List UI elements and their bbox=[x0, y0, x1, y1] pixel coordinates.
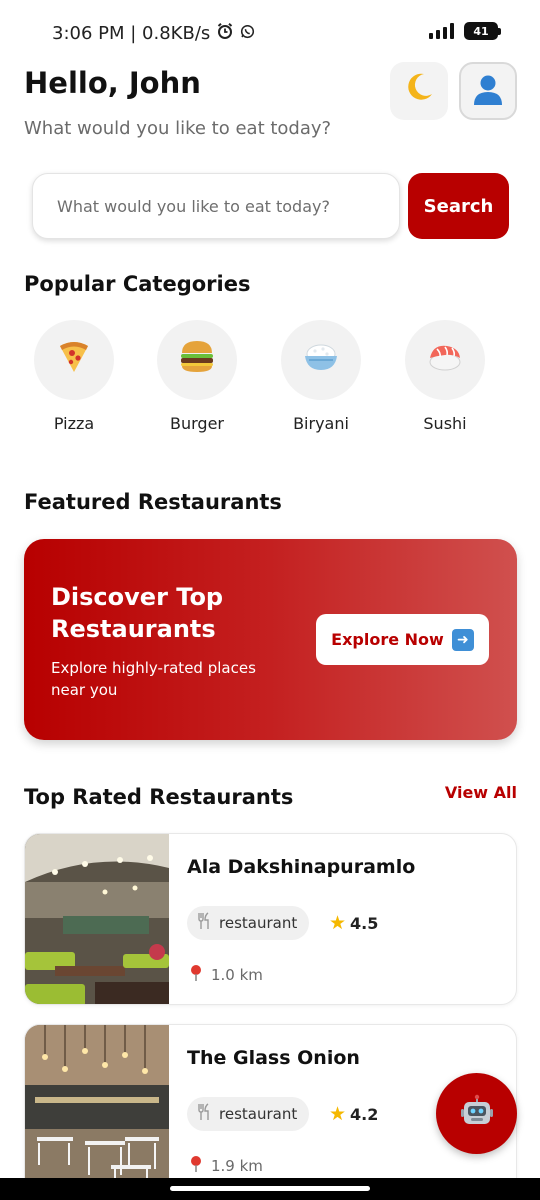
banner-title: Discover Top Restaurants bbox=[51, 583, 224, 643]
category-label: Pizza bbox=[53, 414, 95, 433]
greeting-subtitle: What would you like to eat today? bbox=[24, 118, 332, 139]
category-sushi-circle bbox=[405, 320, 485, 400]
battery-icon: 41 bbox=[464, 22, 501, 40]
profile-button[interactable] bbox=[459, 62, 517, 120]
category-label: Sushi bbox=[423, 414, 467, 433]
explore-now-button[interactable]: Explore Now ➜ bbox=[316, 614, 489, 665]
restaurant-distance: 1.9 km bbox=[189, 1155, 263, 1177]
status-time-speed: 3:06 PM | 0.8KB/s bbox=[52, 23, 211, 44]
system-navigation-bar bbox=[0, 1178, 540, 1200]
sushi-icon bbox=[425, 336, 465, 385]
restaurant-rating: ★ 4.2 bbox=[329, 1103, 378, 1125]
restaurant-type: restaurant bbox=[219, 914, 298, 932]
robot-icon bbox=[459, 1094, 495, 1134]
banner-subtitle: Explore highly-rated places near you bbox=[51, 659, 256, 699]
restaurant-type-badge: restaurant bbox=[187, 906, 310, 940]
rating-value: 4.2 bbox=[350, 1104, 379, 1124]
user-icon bbox=[471, 72, 505, 110]
theme-toggle-button[interactable] bbox=[390, 62, 448, 120]
home-gesture-handle[interactable] bbox=[170, 1186, 370, 1191]
burger-icon bbox=[177, 336, 217, 385]
star-icon: ★ bbox=[329, 912, 347, 934]
fork-knife-icon bbox=[197, 912, 211, 934]
category-pizza-circle bbox=[34, 320, 114, 400]
restaurant-card[interactable]: Ala Dakshinapuramlo restaurant ★ 4.5 1.0… bbox=[24, 833, 517, 1005]
category-biryani[interactable]: Biryani bbox=[281, 320, 361, 433]
arrow-right-icon: ➜ bbox=[451, 628, 474, 651]
restaurant-type: restaurant bbox=[219, 1105, 298, 1123]
status-left: 3:06 PM | 0.8KB/s bbox=[52, 22, 255, 45]
category-sushi[interactable]: Sushi bbox=[405, 320, 485, 433]
rating-value: 4.5 bbox=[350, 913, 379, 933]
explore-now-label: Explore Now bbox=[331, 630, 444, 649]
pizza-icon bbox=[54, 336, 94, 385]
star-icon: ★ bbox=[329, 1103, 347, 1125]
location-pin-icon bbox=[189, 1155, 203, 1177]
featured-restaurants-title: Featured Restaurants bbox=[24, 490, 282, 514]
assistant-fab-button[interactable] bbox=[436, 1073, 517, 1154]
popular-categories-title: Popular Categories bbox=[24, 272, 251, 296]
fork-knife-icon bbox=[197, 1103, 211, 1125]
restaurant-photo bbox=[25, 1025, 169, 1195]
category-burger-circle bbox=[157, 320, 237, 400]
view-all-link[interactable]: View All bbox=[445, 783, 517, 802]
status-bar: 3:06 PM | 0.8KB/s 41 bbox=[0, 0, 540, 62]
alarm-clock-icon bbox=[216, 22, 234, 45]
category-label: Biryani bbox=[293, 414, 349, 433]
featured-banner: Discover Top Restaurants Explore highly-… bbox=[24, 539, 517, 740]
rice-bowl-icon bbox=[301, 336, 341, 385]
battery-level: 41 bbox=[473, 24, 489, 38]
whatsapp-icon bbox=[240, 23, 255, 44]
top-rated-title: Top Rated Restaurants bbox=[24, 785, 294, 809]
distance-value: 1.0 km bbox=[211, 966, 263, 984]
signal-icon bbox=[429, 23, 454, 39]
restaurant-type-badge: restaurant bbox=[187, 1097, 310, 1131]
restaurant-name: The Glass Onion bbox=[187, 1047, 360, 1069]
moon-icon bbox=[402, 70, 436, 112]
category-burger[interactable]: Burger bbox=[157, 320, 237, 433]
restaurant-photo bbox=[25, 834, 169, 1004]
distance-value: 1.9 km bbox=[211, 1157, 263, 1175]
status-right: 41 bbox=[429, 22, 501, 40]
search-box bbox=[32, 173, 400, 239]
category-label: Burger bbox=[170, 414, 224, 433]
category-pizza[interactable]: Pizza bbox=[34, 320, 114, 433]
restaurant-rating: ★ 4.5 bbox=[329, 912, 378, 934]
search-button[interactable]: Search bbox=[408, 173, 509, 239]
location-pin-icon bbox=[189, 964, 203, 986]
category-biryani-circle bbox=[281, 320, 361, 400]
search-input[interactable] bbox=[33, 174, 399, 238]
greeting-title: Hello, John bbox=[24, 66, 201, 100]
restaurant-name: Ala Dakshinapuramlo bbox=[187, 856, 416, 878]
restaurant-distance: 1.0 km bbox=[189, 964, 263, 986]
